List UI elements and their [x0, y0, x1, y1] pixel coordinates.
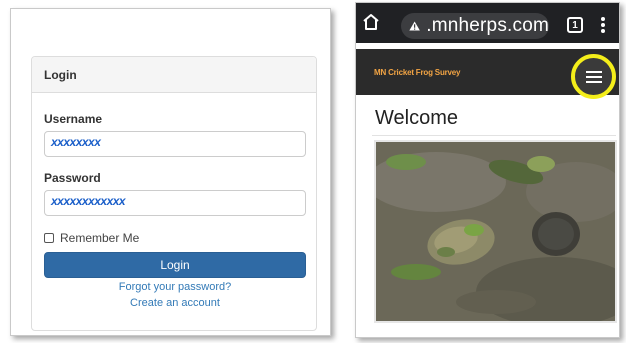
- username-field[interactable]: xxxxxxxx: [44, 131, 306, 157]
- site-title[interactable]: MN Cricket Frog Survey: [374, 68, 460, 77]
- remember-me-checkbox[interactable]: [44, 233, 54, 243]
- divider: [372, 135, 616, 136]
- hamburger-menu-button[interactable]: [571, 54, 616, 99]
- phone-screenshot: .mnherps.com 1 MN Cricket Frog Survey We…: [355, 2, 620, 338]
- password-field[interactable]: xxxxxxxxxxxx: [44, 190, 306, 216]
- login-screenshot: Login Username xxxxxxxx Password xxxxxxx…: [10, 8, 331, 336]
- tabs-icon[interactable]: 1: [567, 17, 583, 33]
- create-account-link[interactable]: Create an account: [44, 297, 306, 309]
- password-label: Password: [44, 171, 101, 185]
- login-button[interactable]: Login: [44, 252, 306, 278]
- not-secure-warning-icon[interactable]: [409, 19, 420, 33]
- more-options-icon[interactable]: [600, 16, 606, 34]
- forgot-password-link[interactable]: Forgot your password?: [44, 281, 306, 293]
- remember-me-row: Remember Me: [44, 231, 139, 245]
- home-icon[interactable]: [362, 13, 380, 31]
- login-panel: Login Username xxxxxxxx Password xxxxxxx…: [31, 56, 317, 331]
- page-heading: Welcome: [375, 107, 458, 129]
- login-panel-header: Login: [32, 57, 316, 93]
- browser-toolbar: .mnherps.com 1: [356, 3, 619, 43]
- hamburger-menu-icon: [585, 70, 602, 83]
- frog-photo-image: [376, 142, 615, 321]
- url-text: .mnherps.com: [426, 15, 549, 36]
- remember-me-label: Remember Me: [60, 231, 140, 245]
- frog-photo: [374, 140, 617, 323]
- username-label: Username: [44, 112, 103, 126]
- address-bar[interactable]: .mnherps.com: [401, 13, 549, 39]
